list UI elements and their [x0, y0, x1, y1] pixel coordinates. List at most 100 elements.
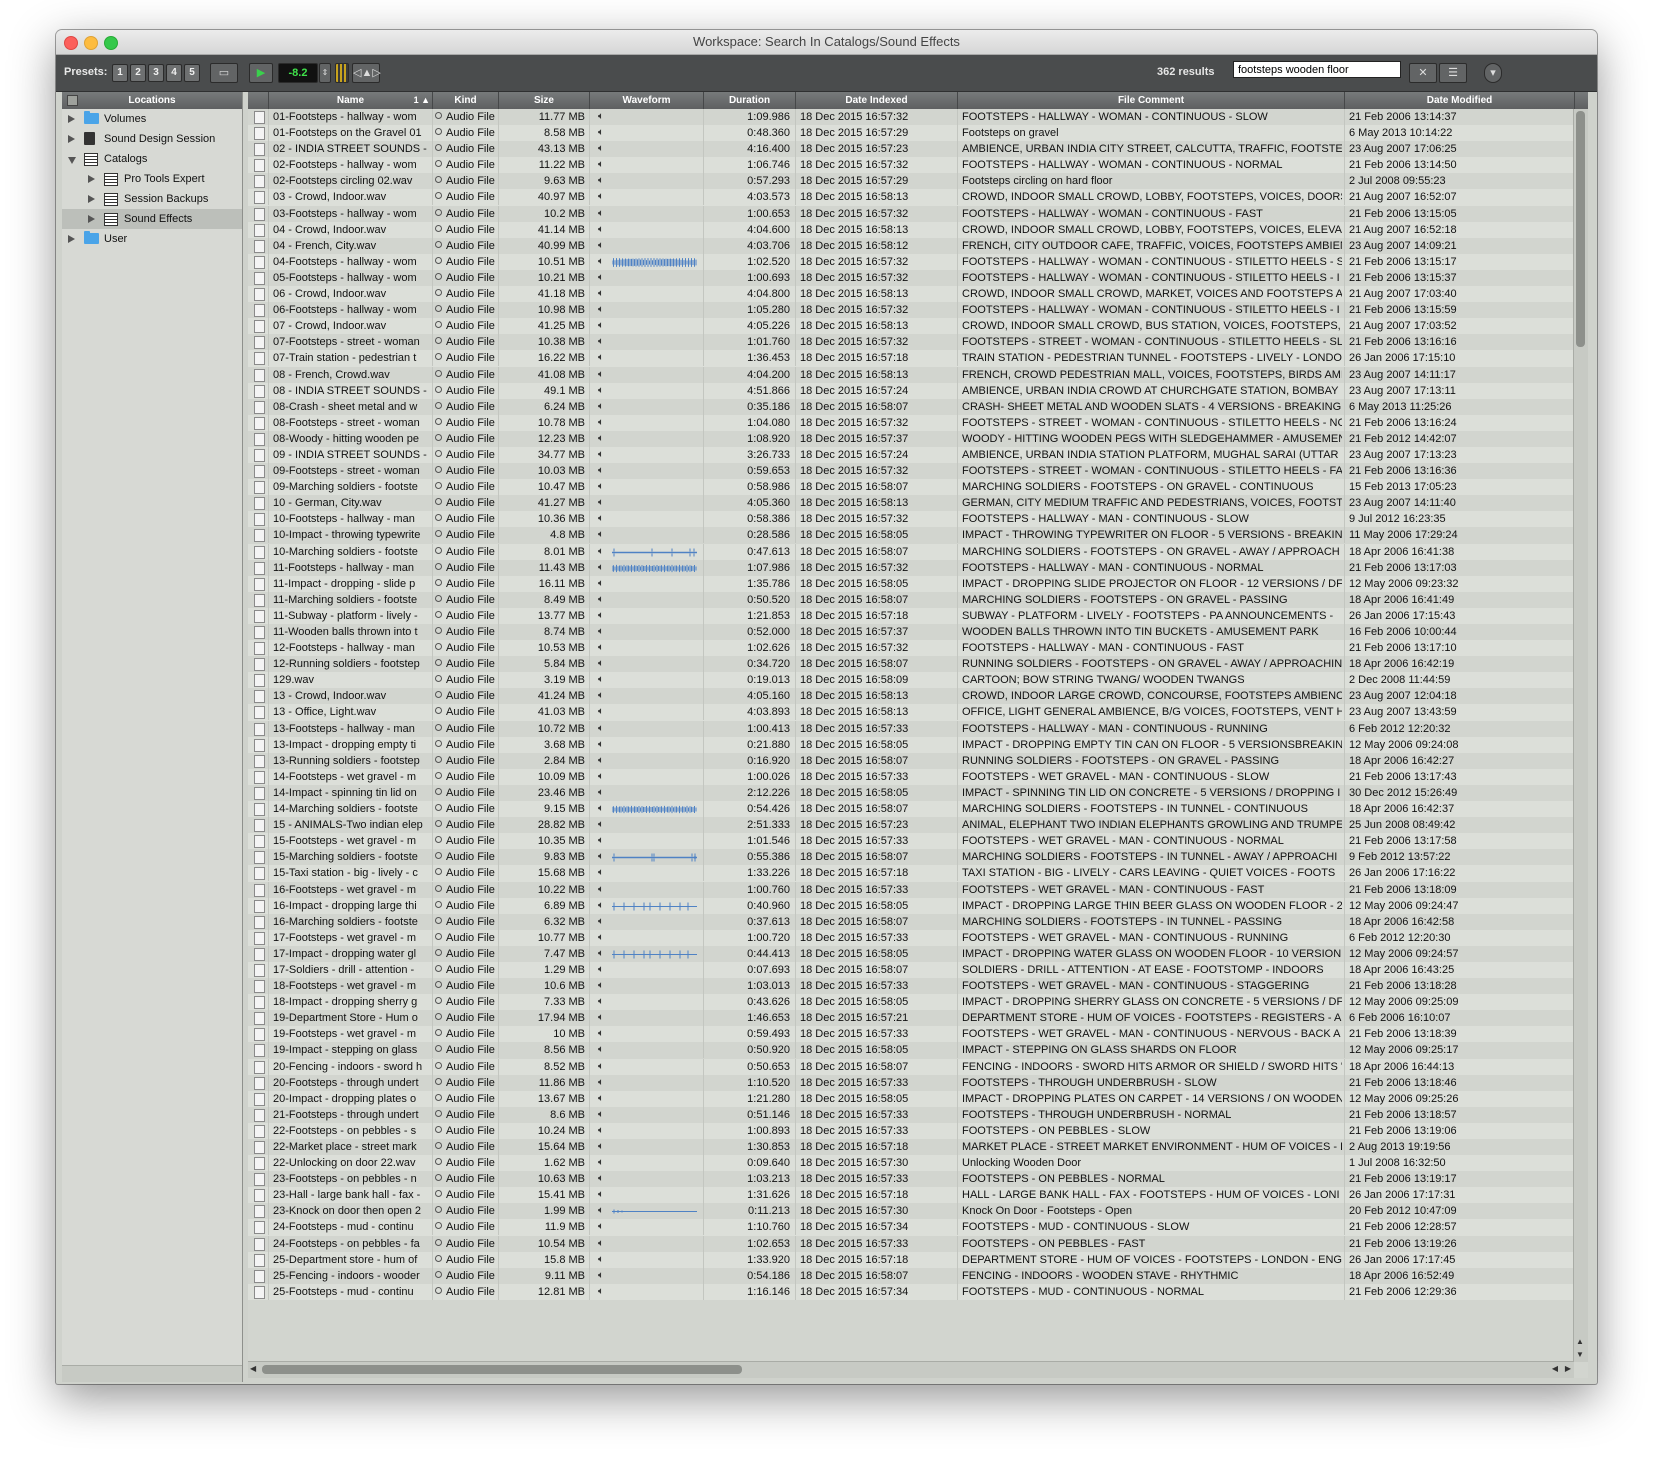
- cell-waveform[interactable]: 🔈︎: [590, 624, 703, 640]
- table-row[interactable]: 25-Fencing - indoors - wooder Audio File 9…: [248, 1267, 1588, 1284]
- table-row[interactable]: 07 - Crowd, Indoor.wav Audio File 41.25 MB…: [248, 318, 1588, 335]
- cell-waveform[interactable]: 🔈︎: [590, 721, 703, 737]
- select-all-checkbox[interactable]: [67, 95, 78, 106]
- cell-waveform[interactable]: 🔈︎: [590, 222, 703, 238]
- speaker-icon[interactable]: 🔈︎: [598, 495, 604, 511]
- speaker-icon[interactable]: 🔈︎: [598, 769, 604, 785]
- speaker-icon[interactable]: 🔈︎: [598, 865, 604, 881]
- cell-waveform[interactable]: 🔈︎: [590, 560, 703, 576]
- speaker-icon[interactable]: 🔈︎: [598, 1284, 604, 1300]
- cell-waveform[interactable]: 🔈︎: [590, 1219, 703, 1235]
- speaker-icon[interactable]: 🔈︎: [598, 270, 604, 286]
- table-row[interactable]: 10-Impact - throwing typewrite Audio File…: [248, 527, 1588, 544]
- speaker-icon[interactable]: 🔈︎: [598, 206, 604, 222]
- cell-waveform[interactable]: 🔈︎: [590, 1026, 703, 1042]
- table-row[interactable]: 16-Impact - dropping large thi Audio File…: [248, 897, 1588, 914]
- cell-waveform[interactable]: 🔈︎: [590, 737, 703, 753]
- table-row[interactable]: 08 - INDIA STREET SOUNDS - Audio File 49.1…: [248, 382, 1588, 399]
- speaker-icon[interactable]: 🔈︎: [598, 882, 604, 898]
- cell-waveform[interactable]: 🔈︎: [590, 1107, 703, 1123]
- cell-waveform[interactable]: 🔈︎: [590, 495, 703, 511]
- cell-waveform[interactable]: 🔈︎: [590, 334, 703, 350]
- speaker-icon[interactable]: 🔈︎: [598, 415, 604, 431]
- cell-waveform[interactable]: 🔈︎: [590, 898, 703, 914]
- column-header-date-indexed[interactable]: Date Indexed: [796, 92, 958, 109]
- scroll-right-arrow-icon[interactable]: ◀: [1552, 1364, 1558, 1373]
- cell-waveform[interactable]: 🔈︎: [590, 1268, 703, 1284]
- cell-waveform[interactable]: 🔈︎: [590, 157, 703, 173]
- speaker-icon[interactable]: 🔈︎: [598, 1268, 604, 1284]
- speaker-icon[interactable]: 🔈︎: [598, 640, 604, 656]
- table-row[interactable]: 08 - French, Crowd.wav Audio File 41.08 MB…: [248, 366, 1588, 383]
- table-row[interactable]: 16-Marching soldiers - footste Audio File…: [248, 913, 1588, 930]
- cell-waveform[interactable]: 🔈︎: [590, 994, 703, 1010]
- speaker-icon[interactable]: 🔈︎: [598, 1107, 604, 1123]
- table-row[interactable]: 04 - Crowd, Indoor.wav Audio File 41.14 MB…: [248, 221, 1588, 238]
- speaker-icon[interactable]: 🔈︎: [598, 785, 604, 801]
- disclosure-right-icon[interactable]: [88, 215, 95, 223]
- speaker-icon[interactable]: 🔈︎: [598, 1123, 604, 1139]
- disclosure-right-icon[interactable]: [88, 195, 95, 203]
- speaker-icon[interactable]: 🔈︎: [598, 173, 604, 189]
- table-row[interactable]: 09-Marching soldiers - footste Audio File…: [248, 479, 1588, 496]
- speaker-icon[interactable]: 🔈︎: [598, 383, 604, 399]
- cell-waveform[interactable]: 🔈︎: [590, 801, 703, 817]
- speaker-icon[interactable]: 🔈︎: [598, 431, 604, 447]
- cell-waveform[interactable]: 🔈︎: [590, 431, 703, 447]
- cell-waveform[interactable]: 🔈︎: [590, 1010, 703, 1026]
- cell-waveform[interactable]: 🔈︎: [590, 1252, 703, 1268]
- search-input[interactable]: [1233, 61, 1401, 78]
- speaker-icon[interactable]: 🔈︎: [598, 109, 604, 125]
- cell-waveform[interactable]: 🔈︎: [590, 1075, 703, 1091]
- cell-waveform[interactable]: 🔈︎: [590, 1042, 703, 1058]
- preset-3-button[interactable]: 3: [148, 64, 164, 82]
- table-row[interactable]: 23-Hall - large bank hall - fax - Audio F…: [248, 1187, 1588, 1204]
- speaker-icon[interactable]: 🔈︎: [598, 721, 604, 737]
- scroll-up-arrow-icon[interactable]: ▲: [1576, 1337, 1584, 1346]
- cell-waveform[interactable]: 🔈︎: [590, 865, 703, 881]
- speaker-icon[interactable]: 🔈︎: [598, 1010, 604, 1026]
- cell-waveform[interactable]: 🔈︎: [590, 463, 703, 479]
- speaker-icon[interactable]: 🔈︎: [598, 576, 604, 592]
- speaker-icon[interactable]: 🔈︎: [598, 1075, 604, 1091]
- table-row[interactable]: 11-Footsteps - hallway - man Audio File 11…: [248, 559, 1588, 576]
- cell-waveform[interactable]: 🔈︎: [590, 447, 703, 463]
- table-row[interactable]: 18-Footsteps - wet gravel - m Audio File 1…: [248, 978, 1588, 995]
- table-row[interactable]: 13-Footsteps - hallway - man Audio File 10…: [248, 720, 1588, 737]
- horizontal-scrollbar[interactable]: ◀ ◀ ▶: [248, 1361, 1574, 1378]
- cell-waveform[interactable]: 🔈︎: [590, 978, 703, 994]
- speaker-icon[interactable]: 🔈︎: [598, 1059, 604, 1075]
- disclosure-down-icon[interactable]: [68, 157, 76, 164]
- cell-waveform[interactable]: 🔈︎: [590, 254, 703, 270]
- cell-waveform[interactable]: 🔈︎: [590, 882, 703, 898]
- speaker-icon[interactable]: 🔈︎: [598, 302, 604, 318]
- cell-waveform[interactable]: 🔈︎: [590, 383, 703, 399]
- speaker-icon[interactable]: 🔈︎: [598, 817, 604, 833]
- cell-waveform[interactable]: 🔈︎: [590, 753, 703, 769]
- table-row[interactable]: 03 - Crowd, Indoor.wav Audio File 40.97 MB…: [248, 189, 1588, 206]
- cell-waveform[interactable]: 🔈︎: [590, 511, 703, 527]
- cell-waveform[interactable]: 🔈︎: [590, 1059, 703, 1075]
- speaker-icon[interactable]: 🔈︎: [598, 801, 604, 817]
- cell-waveform[interactable]: 🔈︎: [590, 640, 703, 656]
- cell-waveform[interactable]: 🔈︎: [590, 1284, 703, 1300]
- speaker-icon[interactable]: 🔈︎: [598, 898, 604, 914]
- table-row[interactable]: 24-Footsteps - on pebbles - fa Audio File…: [248, 1235, 1588, 1252]
- table-row[interactable]: 13 - Crowd, Indoor.wav Audio File 41.24 MB…: [248, 688, 1588, 705]
- speaker-icon[interactable]: 🔈︎: [598, 350, 604, 366]
- speaker-icon[interactable]: 🔈︎: [598, 1139, 604, 1155]
- speaker-icon[interactable]: 🔈︎: [598, 222, 604, 238]
- column-header-waveform[interactable]: Waveform: [590, 92, 704, 109]
- speaker-icon[interactable]: 🔈︎: [598, 994, 604, 1010]
- speaker-icon[interactable]: 🔈︎: [598, 560, 604, 576]
- table-row[interactable]: 07-Footsteps - street - woman Audio File 1…: [248, 334, 1588, 351]
- cell-waveform[interactable]: 🔈︎: [590, 849, 703, 865]
- table-row[interactable]: 15 - ANIMALS-Two indian elep Audio File 28…: [248, 817, 1588, 834]
- table-row[interactable]: 10-Marching soldiers - footste Audio File…: [248, 543, 1588, 560]
- speaker-icon[interactable]: 🔈︎: [598, 286, 604, 302]
- table-row[interactable]: 14-Marching soldiers - footste Audio File…: [248, 801, 1588, 818]
- table-row[interactable]: 11-Subway - platform - lively - Audio Fil…: [248, 607, 1588, 624]
- cell-waveform[interactable]: 🔈︎: [590, 1091, 703, 1107]
- preset-2-button[interactable]: 2: [130, 64, 146, 82]
- table-row[interactable]: 13-Impact - dropping empty ti Audio File 3…: [248, 736, 1588, 753]
